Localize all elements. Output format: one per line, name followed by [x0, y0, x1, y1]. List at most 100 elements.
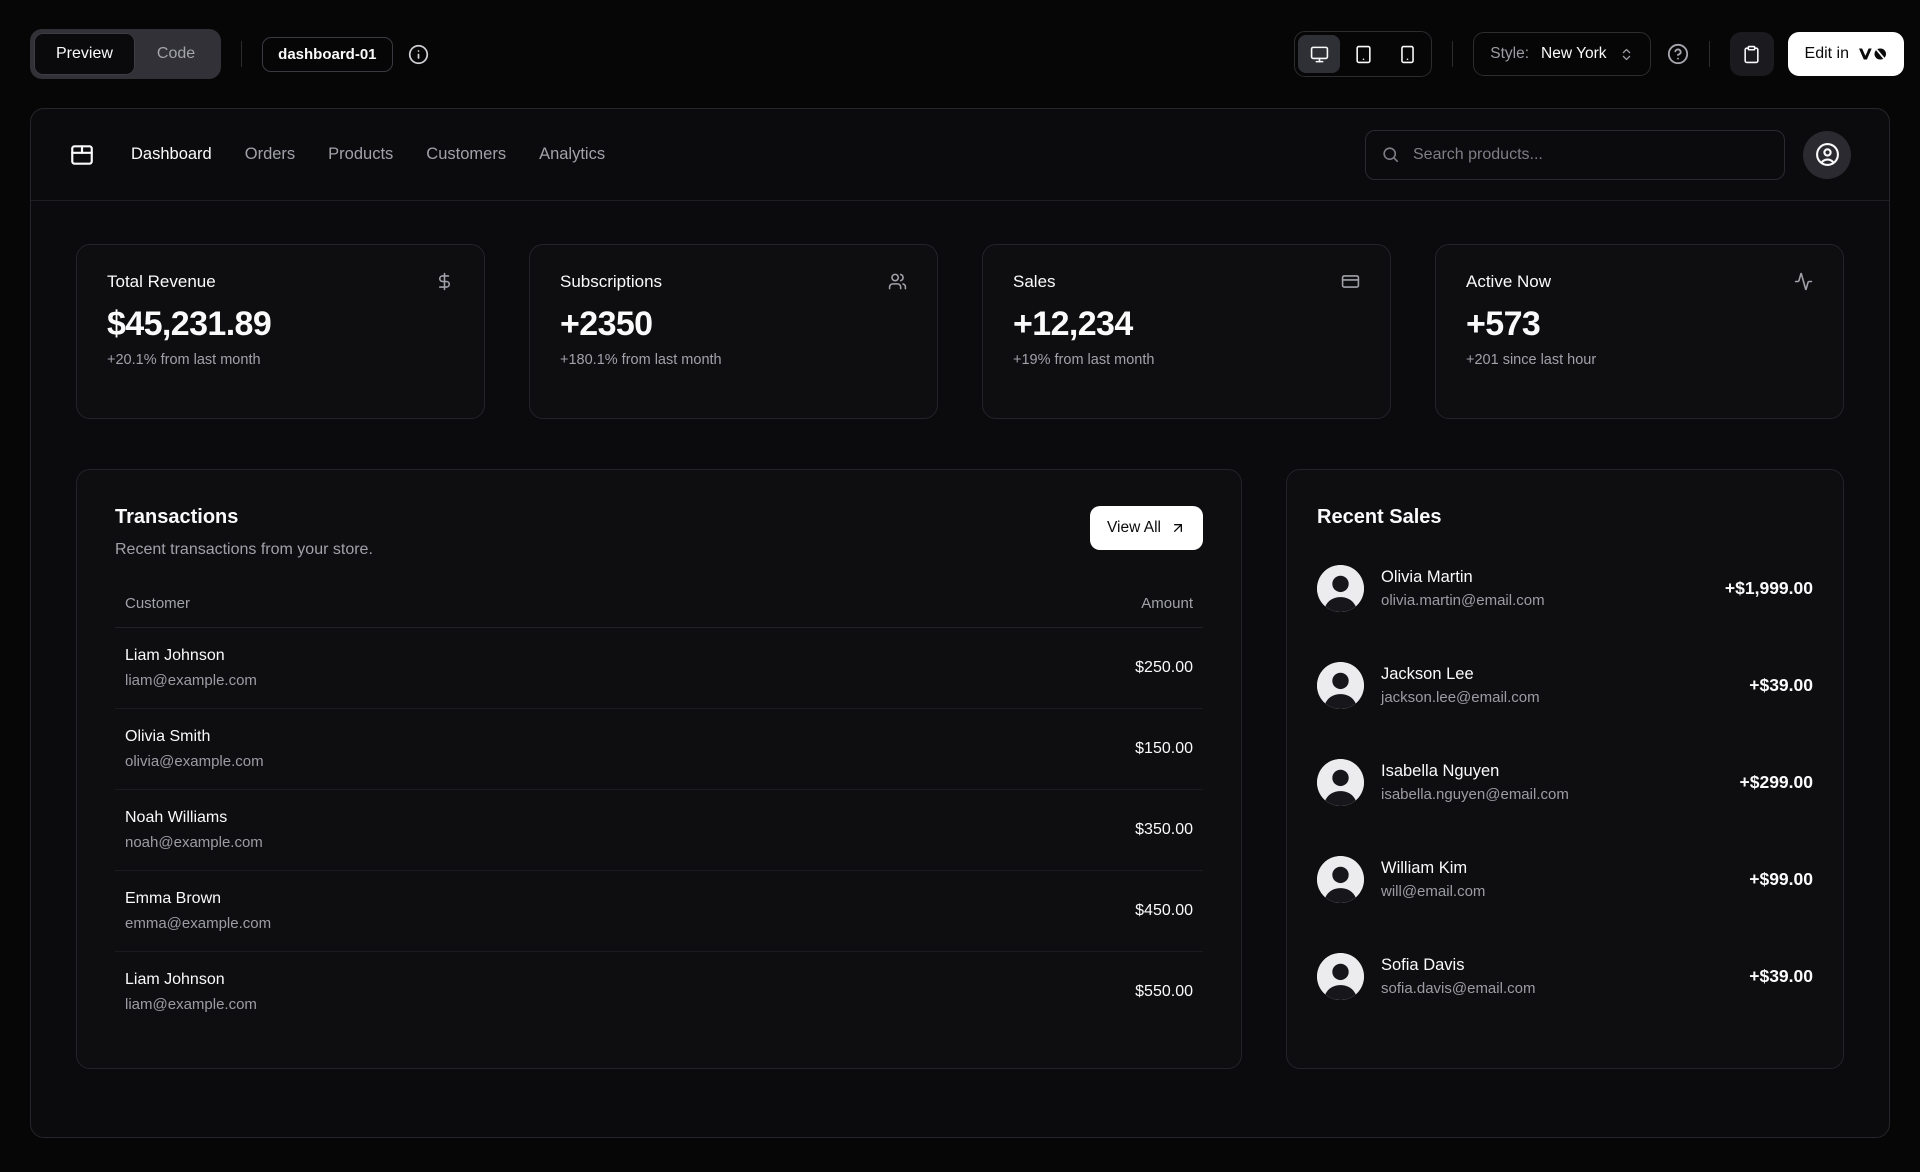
- customer-email: liam@example.com: [125, 996, 257, 1013]
- stat-value: +573: [1466, 305, 1541, 343]
- customer-name: Liam Johnson: [125, 971, 225, 988]
- avatar: [1317, 565, 1364, 612]
- style-label: Style:: [1490, 45, 1530, 62]
- smartphone-icon: [1400, 45, 1414, 63]
- transactions-table: Customer Amount Liam Johnson liam@exampl…: [115, 595, 1203, 1032]
- customer-email: noah@example.com: [125, 834, 263, 851]
- nav-item-analytics[interactable]: Analytics: [539, 145, 605, 164]
- recent-sales-list: Olivia Martin olivia.martin@email.com +$…: [1317, 565, 1813, 1000]
- column-amount: Amount: [1141, 595, 1193, 612]
- avatar: [1317, 953, 1364, 1000]
- tab-preview[interactable]: Preview: [34, 33, 135, 75]
- sale-amount: +$39.00: [1749, 675, 1813, 695]
- edit-in-v0-button[interactable]: Edit in: [1787, 32, 1904, 76]
- nav-item-products[interactable]: Products: [328, 145, 393, 164]
- nav-item-dashboard[interactable]: Dashboard: [131, 145, 212, 164]
- credit-card-icon: [1341, 272, 1360, 291]
- transactions-title: Transactions: [115, 506, 239, 528]
- users-icon: [888, 272, 907, 291]
- transaction-amount: $350.00: [1135, 821, 1193, 838]
- recent-sales-card: Recent Sales Olivia Martin olivia.martin…: [1286, 469, 1844, 1069]
- sale-amount: +$99.00: [1749, 869, 1813, 889]
- edit-in-v0-label: Edit in: [1804, 45, 1849, 62]
- copy-code-button[interactable]: [1729, 32, 1774, 76]
- stat-change: +201 since last hour: [1466, 352, 1597, 368]
- recent-sales-title: Recent Sales: [1317, 506, 1442, 528]
- sale-email: olivia.martin@email.com: [1381, 592, 1545, 609]
- customer-name: Liam Johnson: [125, 647, 225, 664]
- sale-email: will@email.com: [1381, 883, 1486, 900]
- toolbar-divider: [1452, 41, 1454, 67]
- package-icon[interactable]: [69, 142, 95, 168]
- info-icon[interactable]: [408, 44, 429, 65]
- stat-cards: Total Revenue $45,231.89 +20.1% from las…: [76, 244, 1844, 419]
- stat-change: +180.1% from last month: [560, 352, 722, 368]
- view-all-label: View All: [1107, 519, 1161, 536]
- toolbar-divider: [1708, 41, 1710, 67]
- stat-card-active-now: Active Now +573 +201 since last hour: [1435, 244, 1844, 419]
- dollar-sign-icon: [435, 272, 454, 291]
- monitor-toggle[interactable]: [1298, 35, 1341, 73]
- list-item: Jackson Lee jackson.lee@email.com +$39.0…: [1317, 662, 1813, 709]
- customer-name: Emma Brown: [125, 890, 222, 907]
- smartphone-toggle[interactable]: [1386, 35, 1428, 73]
- stat-value: +2350: [560, 305, 653, 343]
- nav-item-orders[interactable]: Orders: [245, 145, 295, 164]
- tablet-toggle[interactable]: [1342, 35, 1384, 73]
- v0-logo: [1859, 48, 1886, 60]
- tablet-icon: [1356, 45, 1371, 63]
- sale-email: isabella.nguyen@email.com: [1381, 786, 1569, 803]
- table-row: Liam Johnson liam@example.com $550.00: [115, 952, 1203, 1032]
- stat-card-sales: Sales +12,234 +19% from last month: [982, 244, 1391, 419]
- dashboard-preview-panel: Dashboard Orders Products Customers Anal…: [30, 108, 1890, 1138]
- table-row: Olivia Smith olivia@example.com $150.00: [115, 709, 1203, 790]
- stat-change: +19% from last month: [1013, 352, 1155, 368]
- stat-card-subscriptions: Subscriptions +2350 +180.1% from last mo…: [529, 244, 938, 419]
- style-value: New York: [1541, 45, 1607, 62]
- style-selector[interactable]: Style: New York: [1473, 32, 1651, 76]
- table-row: Noah Williams noah@example.com $350.00: [115, 790, 1203, 871]
- user-circle-icon: [1815, 143, 1839, 166]
- transaction-amount: $550.00: [1135, 983, 1193, 1000]
- search-icon: [1383, 147, 1399, 163]
- list-item: Sofia Davis sofia.davis@email.com +$39.0…: [1317, 953, 1813, 1000]
- account-menu-button[interactable]: [1803, 130, 1851, 179]
- help-icon[interactable]: [1667, 43, 1689, 65]
- transactions-card: Transactions Recent transactions from yo…: [76, 469, 1242, 1069]
- transaction-amount: $250.00: [1135, 659, 1193, 676]
- sale-name: Jackson Lee: [1381, 665, 1474, 683]
- sale-amount: +$299.00: [1739, 772, 1813, 792]
- list-item: Olivia Martin olivia.martin@email.com +$…: [1317, 565, 1813, 612]
- chevrons-up-down-icon: [1622, 48, 1630, 60]
- preview-toolbar: Preview Code dashboard-01 Style: New Yor…: [0, 0, 1920, 108]
- stat-card-total-revenue: Total Revenue $45,231.89 +20.1% from las…: [76, 244, 485, 419]
- arrow-up-right-icon: [1174, 524, 1182, 532]
- nav-item-customers[interactable]: Customers: [426, 145, 506, 164]
- monitor-icon: [1310, 46, 1328, 62]
- table-row: Emma Brown emma@example.com $450.00: [115, 871, 1203, 952]
- stat-value: +12,234: [1013, 305, 1133, 343]
- view-mode-tabs: Preview Code: [30, 29, 222, 79]
- stat-change: +20.1% from last month: [107, 352, 261, 368]
- sale-amount: +$39.00: [1749, 966, 1813, 986]
- search-input[interactable]: [1411, 144, 1769, 165]
- avatar: [1317, 662, 1364, 709]
- customer-name: Noah Williams: [125, 809, 228, 826]
- sale-name: William Kim: [1381, 859, 1468, 877]
- sale-name: Sofia Davis: [1381, 956, 1465, 974]
- table-row: Liam Johnson liam@example.com $250.00: [115, 628, 1203, 709]
- list-item: Isabella Nguyen isabella.nguyen@email.co…: [1317, 759, 1813, 806]
- sale-email: sofia.davis@email.com: [1381, 980, 1536, 997]
- customer-email: emma@example.com: [125, 915, 272, 932]
- sale-amount: +$1,999.00: [1724, 578, 1813, 598]
- customer-email: liam@example.com: [125, 672, 257, 689]
- table-header: Customer Amount: [115, 595, 1203, 628]
- tab-code[interactable]: Code: [135, 33, 217, 75]
- avatar: [1317, 759, 1364, 806]
- sale-name: Olivia Martin: [1381, 568, 1473, 586]
- nav-items: Dashboard Orders Products Customers Anal…: [131, 145, 605, 164]
- avatar: [1317, 856, 1364, 903]
- stat-value: $45,231.89: [107, 305, 272, 343]
- view-all-button[interactable]: View All: [1090, 506, 1203, 550]
- sale-email: jackson.lee@email.com: [1381, 689, 1540, 706]
